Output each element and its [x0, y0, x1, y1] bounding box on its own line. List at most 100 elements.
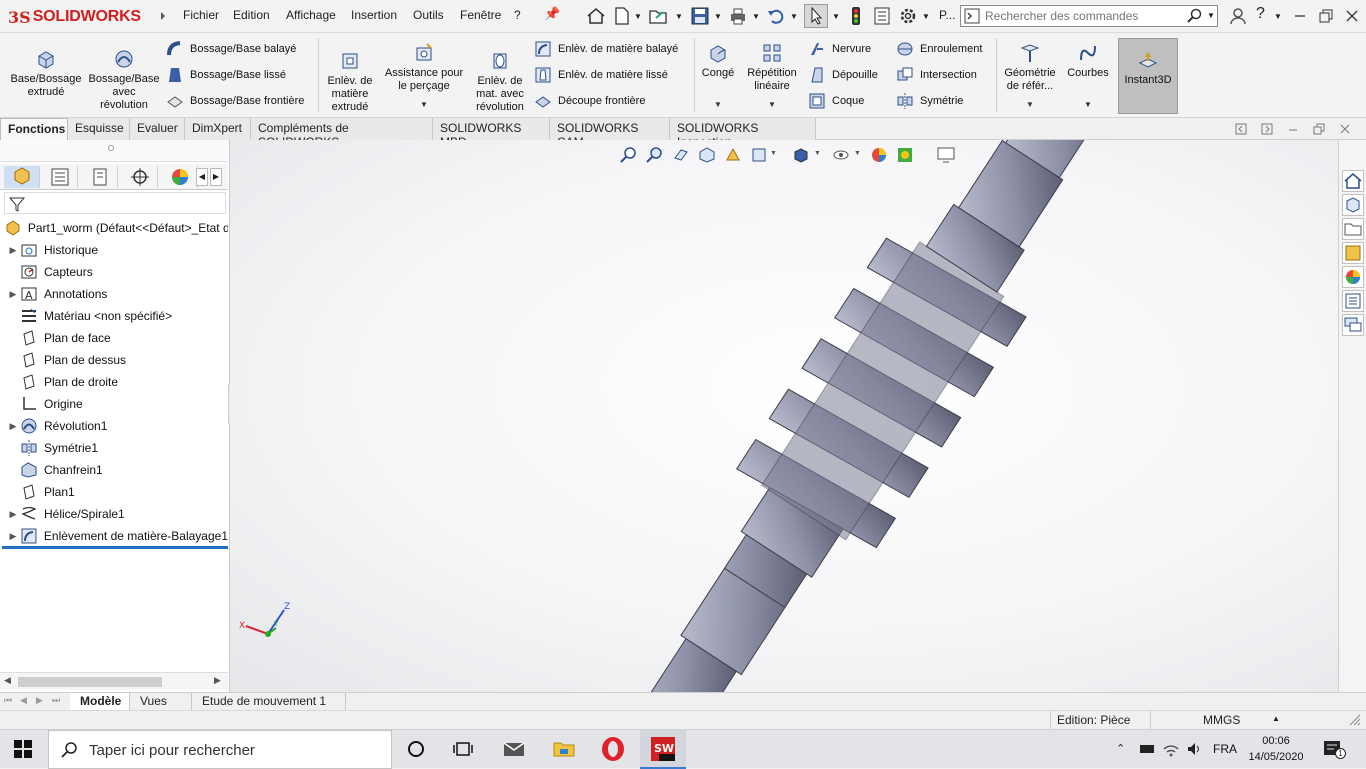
tab-vues-3d[interactable]: Vues 3D [130, 693, 192, 722]
chevron-down-icon[interactable]: ▼ [634, 12, 642, 21]
feature-manager-tab[interactable] [4, 166, 40, 188]
tab-esquisse[interactable]: Esquisse [68, 118, 130, 140]
menu-fenetre[interactable]: Fenêtre [460, 8, 501, 22]
mirror-button[interactable]: Symétrie [896, 92, 963, 110]
menu-edition[interactable]: Edition [233, 8, 270, 22]
doc-restore-icon[interactable] [1312, 122, 1326, 136]
tree-item-plan1[interactable]: Plan1 [0, 481, 228, 503]
scroll-right-arrow-icon[interactable]: ▶ [214, 675, 221, 686]
menu-insertion[interactable]: Insertion [351, 8, 397, 22]
boundary-cut-button[interactable]: Découpe frontière [534, 92, 645, 110]
chevron-down-icon[interactable]: ▼ [714, 12, 722, 21]
wrap-button[interactable]: Enroulement [896, 40, 982, 58]
tab-scroll-left-button[interactable]: ◀ [196, 168, 208, 186]
tree-item-plan-dessus[interactable]: Plan de dessus [0, 349, 228, 371]
doc-minimize-icon[interactable] [1286, 122, 1300, 136]
new-document-icon[interactable] [612, 6, 632, 26]
rollback-bar[interactable] [2, 546, 228, 549]
pin-menu-icon[interactable]: 📌 [544, 6, 560, 22]
options-gear-icon[interactable] [898, 6, 918, 26]
chevron-down-icon[interactable]: ▼ [714, 100, 722, 109]
action-center-button[interactable]: 1 [1322, 739, 1346, 759]
chevron-down-icon[interactable]: ▼ [768, 100, 776, 109]
tree-item-plan-droite[interactable]: Plan de droite [0, 371, 228, 393]
chevron-down-icon[interactable]: ▼ [675, 12, 683, 21]
configuration-manager-tab[interactable] [82, 166, 118, 188]
windows-start-icon[interactable] [14, 740, 32, 758]
show-hidden-icons-chevron-icon[interactable]: ⌃ [1116, 742, 1125, 755]
chevron-up-icon[interactable]: ▲ [1272, 714, 1280, 723]
tab-scroll-right-button[interactable]: ▶ [210, 168, 222, 186]
graphics-area[interactable]: ▼ ▼ ▼ Z X Y [230, 140, 1338, 692]
rib-button[interactable]: Nervure [808, 40, 871, 58]
file-explorer-tab[interactable] [1342, 218, 1364, 240]
chevron-down-icon[interactable]: ▼ [832, 12, 840, 21]
tree-item-origine[interactable]: Origine [0, 393, 228, 415]
tree-item-material[interactable]: Matériau <non spécifié> [0, 305, 228, 327]
tab-fonctions[interactable]: Fonctions [0, 118, 68, 140]
doc-close-icon[interactable] [1338, 122, 1352, 136]
tree-item-revolution1[interactable]: ▶ Révolution1 [0, 415, 228, 437]
solidworks-taskbar-button[interactable]: SW [640, 730, 686, 769]
taskbar-search-box[interactable]: Taper ici pour rechercher [48, 730, 392, 769]
menu-affichage[interactable]: Affichage [286, 8, 336, 22]
boundary-boss-button[interactable]: Bossage/Base frontière [166, 92, 304, 110]
open-folder-icon[interactable] [648, 6, 668, 26]
chevron-down-icon[interactable]: ▼ [1207, 11, 1215, 20]
user-account-icon[interactable] [1228, 6, 1248, 26]
linear-pattern-button[interactable]: Répétition linéaire [740, 42, 804, 93]
extruded-cut-button[interactable]: Enlèv. de matière extrudé [322, 50, 378, 114]
horizontal-scrollbar[interactable]: ◀ ▶ [0, 672, 228, 690]
swept-cut-button[interactable]: Enlèv. de matière balayé [534, 40, 678, 58]
volume-icon[interactable] [1186, 741, 1204, 757]
design-library-tab[interactable] [1342, 194, 1364, 216]
tree-item-swept-cut[interactable]: ▶ Enlèvement de matière-Balayage1 [0, 525, 228, 547]
restore-window-icon[interactable] [1316, 6, 1336, 26]
extruded-boss-button[interactable]: Base/Bossage extrudé [6, 48, 86, 99]
help-button[interactable]: ? [1256, 5, 1265, 23]
tab-modele[interactable]: Modèle [70, 693, 130, 710]
tab-dimxpert[interactable]: DimXpert [185, 118, 251, 140]
tree-filter-bar[interactable] [4, 192, 226, 214]
command-search-input[interactable] [985, 8, 1185, 24]
property-manager-tab[interactable] [42, 166, 78, 188]
chevron-down-icon[interactable]: ▼ [790, 12, 798, 21]
display-manager-tab[interactable] [162, 166, 198, 188]
undo-icon[interactable] [766, 6, 786, 26]
tab-last-arrow-icon[interactable]: ⏭ [52, 695, 60, 706]
resize-grip-icon[interactable] [1348, 713, 1362, 727]
tile-left-icon[interactable] [1234, 122, 1248, 136]
save-icon[interactable] [690, 6, 710, 26]
panel-splitter[interactable] [0, 140, 228, 162]
view-palette-tab[interactable] [1342, 242, 1364, 264]
tab-complements[interactable]: Compléments de SOLIDWORKS [251, 118, 433, 149]
menu-outils[interactable]: Outils [413, 8, 444, 22]
expand-arrow-icon[interactable]: ▶ [6, 421, 20, 432]
menu-fichier[interactable]: Fichier [183, 8, 219, 22]
shell-button[interactable]: Coque [808, 92, 864, 110]
chevron-down-icon[interactable]: ▼ [1026, 100, 1034, 109]
tile-right-icon[interactable] [1260, 122, 1274, 136]
dimxpert-manager-tab[interactable] [122, 166, 158, 188]
hole-wizard-button[interactable]: Assistance pour le perçage [380, 42, 468, 93]
forum-tab[interactable] [1342, 314, 1364, 336]
intersect-button[interactable]: Intersection [896, 66, 977, 84]
tab-evaluer[interactable]: Evaluer [130, 118, 185, 140]
menu-help[interactable]: ? [514, 8, 521, 22]
solidworks-logo[interactable]: 3S SOLIDWORKS [8, 6, 141, 28]
opera-browser-icon[interactable] [600, 736, 626, 762]
file-properties-icon[interactable] [872, 6, 892, 26]
search-icon[interactable] [1187, 8, 1203, 24]
curves-button[interactable]: Courbes [1062, 42, 1114, 80]
solidworks-resources-tab[interactable] [1342, 170, 1364, 192]
filter-funnel-icon[interactable] [8, 195, 26, 213]
file-explorer-icon[interactable] [552, 739, 576, 759]
revolved-cut-button[interactable]: Enlèv. de mat. avec révolution [470, 50, 530, 114]
command-search-box[interactable]: ▼ [960, 5, 1218, 27]
tab-motion-study[interactable]: Etude de mouvement 1 [192, 693, 346, 710]
tree-item-symetrie1[interactable]: Symétrie1 [0, 437, 228, 459]
custom-properties-tab[interactable] [1342, 290, 1364, 312]
chevron-down-icon[interactable]: ▼ [420, 100, 428, 109]
chevron-down-icon[interactable]: ▼ [922, 12, 930, 21]
lofted-cut-button[interactable]: Enlèv. de matière lissé [534, 66, 668, 84]
